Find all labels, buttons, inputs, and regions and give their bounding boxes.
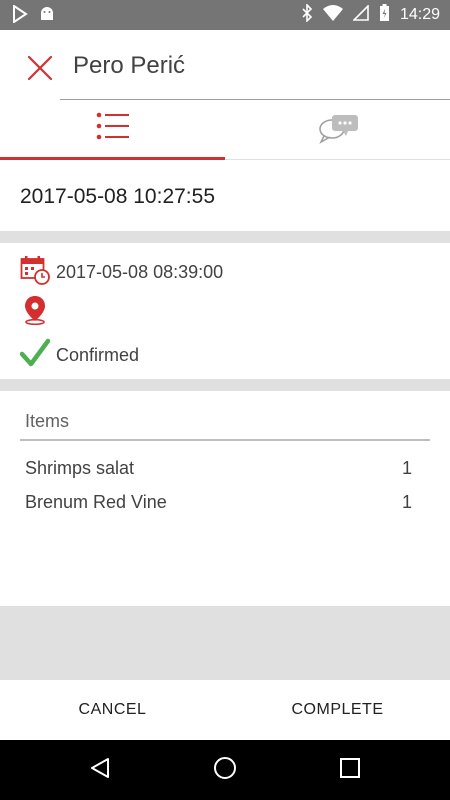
status-text: Confirmed — [56, 345, 140, 365]
item-qty: 1 — [401, 492, 412, 512]
back-button[interactable] — [85, 755, 115, 785]
items-header: Items — [25, 411, 70, 431]
close-button[interactable] — [22, 50, 58, 86]
list-item: Brenum Red Vine 1 — [25, 492, 412, 513]
battery-icon — [379, 3, 390, 27]
bluetooth-icon — [301, 2, 313, 27]
android-icon — [38, 5, 56, 28]
system-nav-bar — [0, 740, 450, 800]
home-icon — [212, 755, 238, 786]
calendar-clock-icon — [20, 255, 50, 290]
item-qty: 1 — [401, 458, 412, 478]
list-icon — [96, 111, 130, 146]
items-section: Items Shrimps salat 1 Brenum Red Vine 1 — [0, 391, 450, 606]
tab-bar — [0, 100, 450, 160]
section-separator — [0, 231, 450, 243]
play-store-icon — [12, 4, 28, 28]
app-header: Pero Perić — [0, 30, 450, 100]
signal-icon — [352, 3, 369, 26]
order-datetime-section: 2017-05-08 10:27:55 — [0, 160, 450, 230]
close-icon — [22, 55, 58, 90]
location-pin-icon — [20, 295, 50, 330]
tab-messages[interactable] — [225, 100, 450, 160]
action-bar: CANCEL COMPLETE — [0, 680, 450, 740]
page-title: Pero Perić — [73, 52, 186, 79]
status-row: Confirmed — [19, 338, 140, 373]
order-datetime: 2017-05-08 10:27:55 — [20, 185, 215, 208]
home-button[interactable] — [210, 755, 240, 785]
order-info-section: 2017-05-08 08:39:00 Confirmed — [0, 243, 450, 379]
items-divider — [20, 439, 430, 441]
checkmark-icon — [19, 338, 51, 373]
complete-button[interactable]: COMPLETE — [225, 680, 450, 740]
scheduled-row: 2017-05-08 08:39:00 — [20, 255, 223, 290]
chat-icon — [318, 112, 358, 149]
recents-icon — [339, 757, 361, 784]
cancel-button[interactable]: CANCEL — [0, 680, 225, 740]
item-name: Shrimps salat — [25, 458, 135, 478]
back-icon — [88, 756, 112, 785]
empty-area — [0, 606, 450, 680]
location-row — [20, 295, 56, 330]
item-name: Brenum Red Vine — [25, 492, 167, 512]
status-time: 14:29 — [399, 6, 440, 23]
scheduled-datetime: 2017-05-08 08:39:00 — [56, 262, 224, 282]
recents-button[interactable] — [335, 755, 365, 785]
status-bar: 14:29 — [0, 0, 450, 30]
list-item: Shrimps salat 1 — [25, 458, 412, 479]
section-separator — [0, 379, 450, 391]
tab-details[interactable] — [0, 100, 225, 160]
wifi-icon — [322, 4, 343, 26]
